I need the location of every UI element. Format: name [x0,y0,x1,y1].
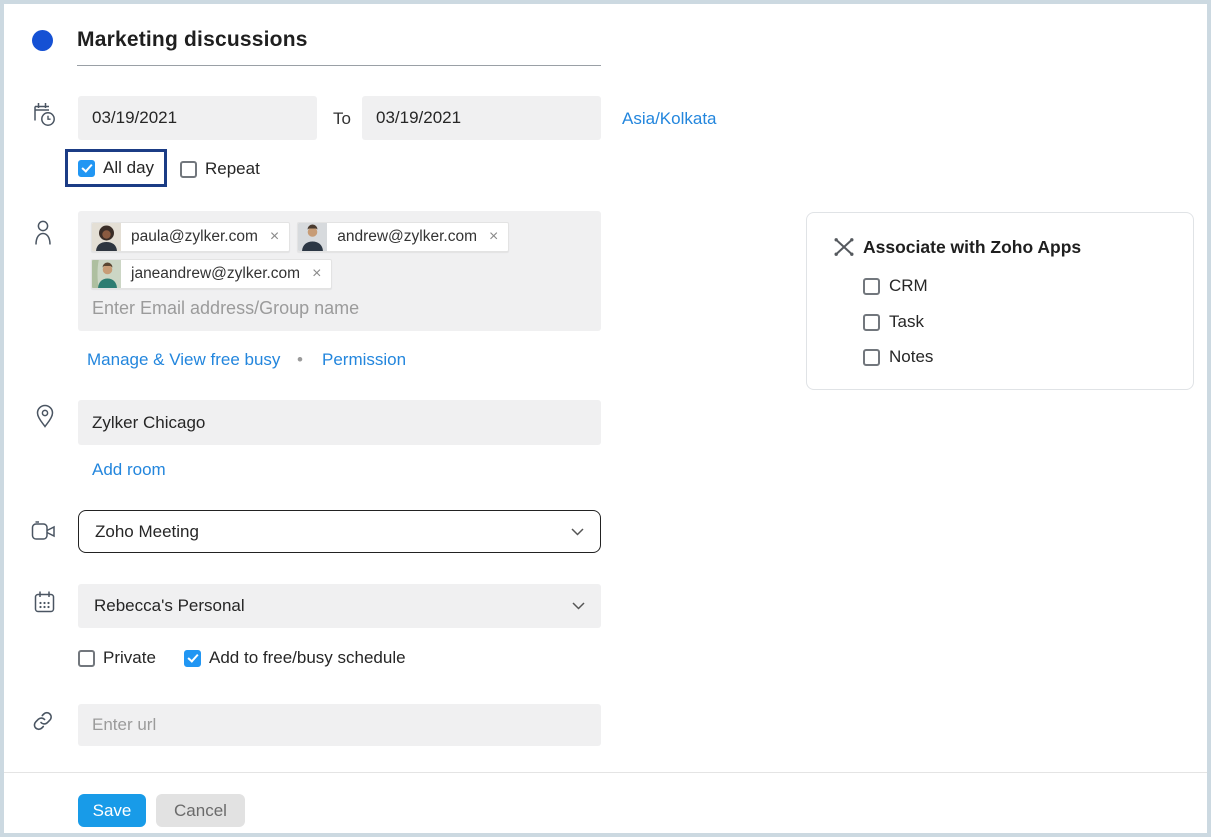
app-option-notes[interactable]: Notes [863,347,933,367]
timezone-link[interactable]: Asia/Kolkata [622,109,717,129]
attendees-icon [34,219,56,247]
attendee-email: paula@zylker.com [121,228,268,246]
avatar [92,222,121,252]
video-camera-icon [31,520,57,543]
zoho-apps-panel: Associate with Zoho Apps CRM Task Notes [806,212,1194,390]
associate-apps-icon [833,237,855,257]
url-link-icon [31,709,55,733]
start-date-input[interactable] [78,96,317,140]
private-checkbox[interactable] [78,650,95,667]
cancel-button[interactable]: Cancel [156,794,245,827]
location-icon [35,404,55,429]
crm-label: CRM [889,276,928,296]
all-day-checkbox[interactable] [78,160,95,177]
private-option[interactable]: Private [78,648,156,668]
remove-attendee-icon[interactable]: × [268,228,289,246]
chevron-down-icon [571,528,584,536]
zoho-apps-title: Associate with Zoho Apps [863,237,1081,258]
repeat-option[interactable]: Repeat [180,159,260,179]
avatar [298,222,327,252]
repeat-checkbox[interactable] [180,161,197,178]
attendee-input-placeholder[interactable]: Enter Email address/Group name [92,298,359,319]
chevron-down-icon [572,602,585,610]
location-input[interactable] [78,400,601,445]
attendee-chip: paula@zylker.com × [91,222,290,252]
attendee-chip: janeandrew@zylker.com × [91,259,332,289]
repeat-label: Repeat [205,159,260,179]
attendee-chip: andrew@zylker.com × [297,222,509,252]
app-option-task[interactable]: Task [863,312,924,332]
conferencing-select[interactable]: Zoho Meeting [78,510,601,553]
free-busy-checkbox[interactable] [184,650,201,667]
attendee-email: janeandrew@zylker.com [121,265,310,283]
task-label: Task [889,312,924,332]
crm-checkbox[interactable] [863,278,880,295]
calendar-icon [33,590,56,616]
manage-free-busy-link[interactable]: Manage & View free busy [87,350,280,370]
attendees-box[interactable]: paula@zylker.com × andrew@zylker.com × [78,211,601,331]
conferencing-selected: Zoho Meeting [95,522,199,542]
add-room-link[interactable]: Add room [92,460,166,480]
calendar-select[interactable]: Rebecca's Personal [78,584,601,628]
private-label: Private [103,648,156,668]
free-busy-label: Add to free/busy schedule [209,648,406,668]
avatar [92,259,121,289]
all-day-label: All day [103,158,154,178]
all-day-option[interactable]: All day [65,149,167,187]
notes-checkbox[interactable] [863,349,880,366]
to-label: To [333,109,351,129]
title-underline [77,65,601,66]
event-title[interactable]: Marketing discussions [77,28,308,52]
notes-label: Notes [889,347,933,367]
url-input[interactable] [78,704,601,746]
footer-divider [4,772,1207,773]
remove-attendee-icon[interactable]: × [487,228,508,246]
datetime-icon [32,101,57,128]
attendee-email: andrew@zylker.com [327,228,487,246]
task-checkbox[interactable] [863,314,880,331]
free-busy-option[interactable]: Add to free/busy schedule [184,648,406,668]
permission-link[interactable]: Permission [322,350,406,370]
app-option-crm[interactable]: CRM [863,276,928,296]
end-date-input[interactable] [362,96,601,140]
event-editor: Marketing discussions To Asia/Kolkata Al… [0,0,1211,837]
event-color-dot[interactable] [32,30,53,51]
remove-attendee-icon[interactable]: × [310,265,331,283]
save-button[interactable]: Save [78,794,146,827]
link-separator: • [297,350,303,370]
calendar-selected: Rebecca's Personal [94,596,245,616]
